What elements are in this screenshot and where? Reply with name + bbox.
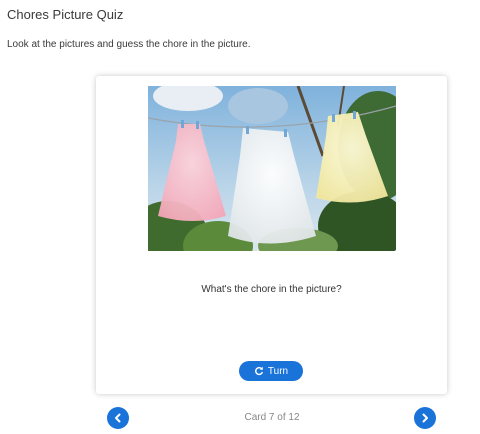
quiz-page: Chores Picture Quiz Look at the pictures… (0, 0, 480, 434)
card-image (148, 86, 396, 251)
next-card-button[interactable] (414, 407, 436, 429)
turn-button[interactable]: Turn (239, 361, 303, 381)
refresh-icon (254, 366, 263, 376)
page-title: Chores Picture Quiz (7, 7, 124, 22)
question-text: What's the chore in the picture? (201, 284, 342, 295)
instructions-text: Look at the pictures and guess the chore… (7, 39, 251, 50)
card-counter: Card 7 of 12 (244, 412, 300, 423)
flashcard: What's the chore in the picture? Turn (96, 76, 447, 394)
chevron-right-icon (422, 413, 428, 423)
turn-button-label: Turn (267, 365, 289, 377)
